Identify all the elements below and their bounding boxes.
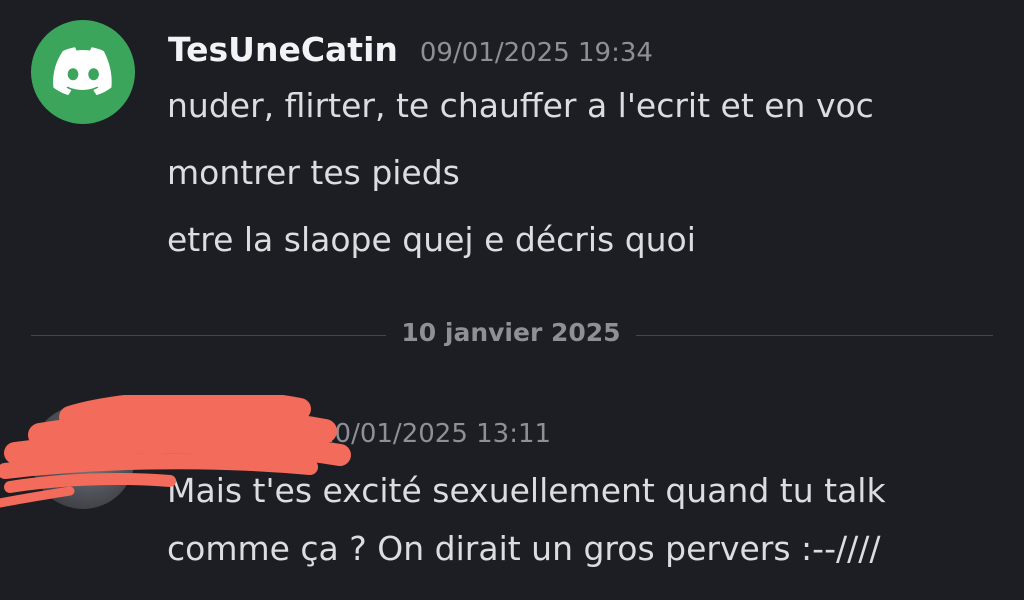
- username[interactable]: TesUneCatin: [168, 30, 398, 69]
- date-divider-label: 10 janvier 2025: [401, 318, 621, 347]
- date-divider: 10 janvier 2025: [31, 314, 993, 356]
- avatar[interactable]: [31, 20, 135, 124]
- message-header: TesUneCatin 09/01/2025 19:34: [168, 30, 653, 70]
- divider-line: [636, 335, 993, 336]
- message-line: montrer tes pieds: [167, 153, 460, 192]
- message-line: nuder, flirter, te chauffer a l'ecrit et…: [167, 86, 874, 125]
- timestamp: 09/01/2025 19:34: [419, 38, 653, 68]
- redaction-scribble: [0, 395, 351, 508]
- message-line: comme ça ? On dirait un gros pervers :--…: [167, 529, 881, 568]
- message-line: etre la slaope quej e décris quoi: [167, 220, 696, 259]
- divider-line: [31, 335, 386, 336]
- message-item[interactable]: TesUneCatin 09/01/2025 19:34 nuder, flir…: [0, 0, 1024, 290]
- chat-view: TesUneCatin 09/01/2025 19:34 nuder, flir…: [0, 0, 1024, 600]
- discord-logo-icon: [53, 47, 112, 95]
